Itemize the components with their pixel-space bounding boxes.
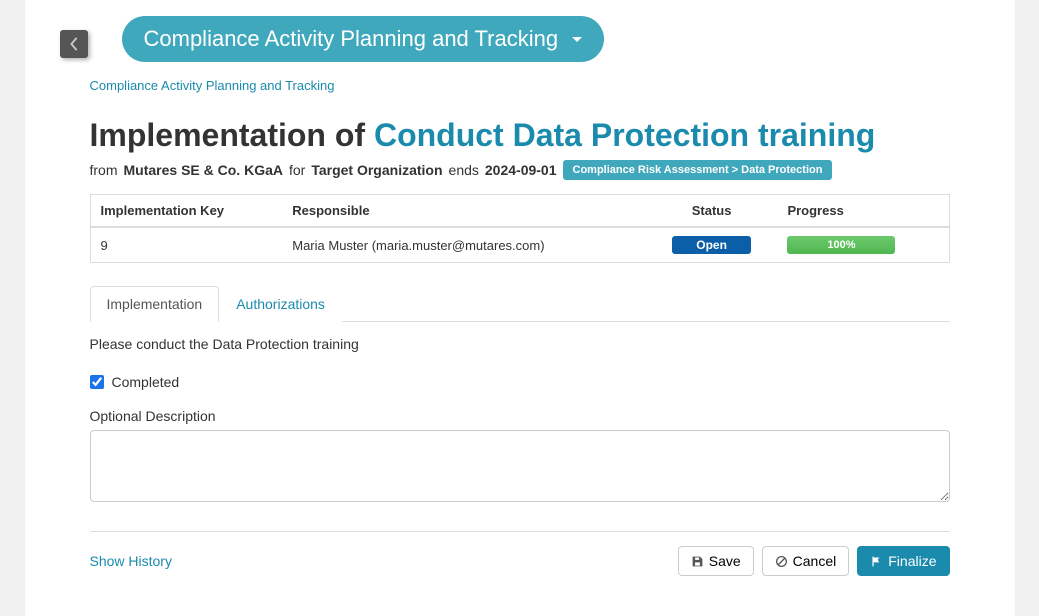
tabs: Implementation Authorizations (90, 285, 950, 322)
tab-implementation[interactable]: Implementation (90, 286, 220, 322)
instruction-text: Please conduct the Data Protection train… (90, 336, 950, 352)
title-prefix: Implementation of (90, 117, 374, 153)
col-key: Implementation Key (90, 195, 282, 228)
status-badge: Open (672, 236, 751, 254)
table-row: 9 Maria Muster (maria.muster@mutares.com… (90, 227, 949, 263)
tab-authorizations[interactable]: Authorizations (219, 286, 342, 322)
ends-label: ends (449, 162, 479, 178)
for-label: for (289, 162, 305, 178)
target-org: Target Organization (311, 162, 442, 178)
show-history-link[interactable]: Show History (90, 553, 172, 569)
finalize-button[interactable]: Finalize (857, 546, 949, 576)
title-task-link[interactable]: Conduct Data Protection training (374, 117, 875, 153)
description-label: Optional Description (90, 408, 950, 424)
cancel-icon (775, 555, 788, 568)
breadcrumb[interactable]: Compliance Activity Planning and Trackin… (90, 78, 950, 93)
save-button[interactable]: Save (678, 546, 754, 576)
module-dropdown-label: Compliance Activity Planning and Trackin… (144, 26, 559, 52)
completed-checkbox[interactable] (90, 375, 104, 389)
ends-date: 2024-09-01 (485, 162, 557, 178)
save-icon (691, 555, 704, 568)
info-table: Implementation Key Responsible Status Pr… (90, 194, 950, 263)
col-responsible: Responsible (282, 195, 645, 228)
from-org: Mutares SE & Co. KGaA (124, 162, 283, 178)
module-dropdown[interactable]: Compliance Activity Planning and Trackin… (122, 16, 605, 62)
progress-bar: 100% (787, 236, 895, 254)
col-status: Status (646, 195, 778, 228)
chevron-left-icon (69, 37, 79, 51)
category-badge: Compliance Risk Assessment > Data Protec… (563, 160, 833, 180)
flag-icon (870, 555, 883, 568)
cell-key: 9 (90, 227, 282, 263)
col-progress: Progress (777, 195, 949, 228)
completed-row[interactable]: Completed (90, 374, 950, 390)
page-title: Implementation of Conduct Data Protectio… (90, 117, 950, 154)
action-buttons: Save Cancel Finalize (678, 546, 950, 576)
cancel-button[interactable]: Cancel (762, 546, 850, 576)
from-label: from (90, 162, 118, 178)
save-label: Save (709, 553, 741, 569)
back-button[interactable] (60, 30, 88, 58)
subline: from Mutares SE & Co. KGaA for Target Or… (90, 160, 950, 180)
cell-responsible: Maria Muster (maria.muster@mutares.com) (282, 227, 645, 263)
separator (90, 531, 950, 532)
cancel-label: Cancel (793, 553, 837, 569)
description-textarea[interactable] (90, 430, 950, 502)
caret-down-icon (572, 37, 582, 42)
finalize-label: Finalize (888, 553, 936, 569)
completed-label: Completed (112, 374, 180, 390)
